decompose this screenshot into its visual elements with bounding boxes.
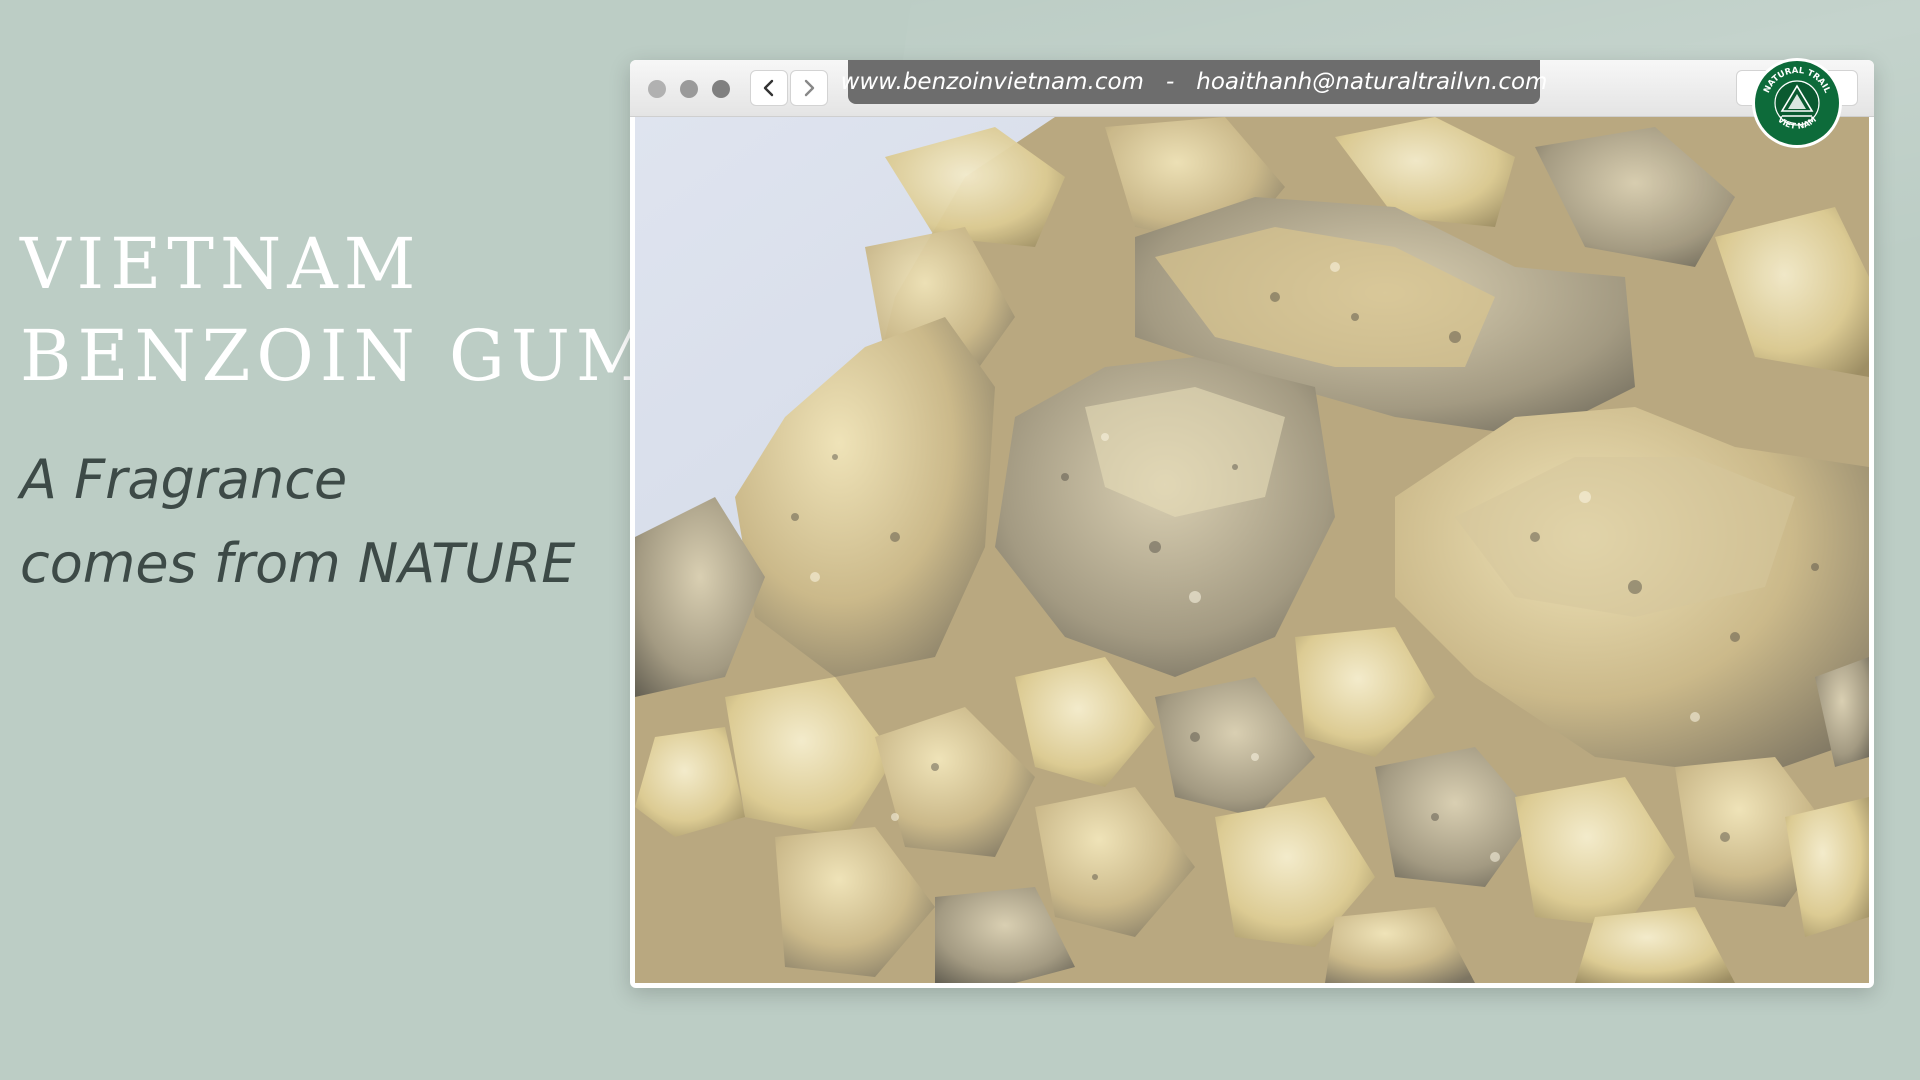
browser-window-mockup: www.benzoinvietnam.com - hoaithanh@natur… xyxy=(630,60,1874,988)
website-url: www.benzoinvietnam.com xyxy=(840,69,1144,95)
chevron-right-icon xyxy=(804,79,815,97)
address-bar[interactable]: www.benzoinvietnam.com - hoaithanh@natur… xyxy=(841,60,1547,104)
window-control-minimize[interactable] xyxy=(680,80,698,98)
headline-line-1: VIETNAM xyxy=(20,223,422,305)
chevron-left-icon xyxy=(763,79,774,97)
contact-email: hoaithanh@naturaltrailvn.com xyxy=(1196,69,1548,95)
tagline: A Fragrance comes from NATURE xyxy=(20,438,575,606)
address-separator: - xyxy=(1165,69,1175,95)
logo-emblem-icon: NATURAL TRAIL VIET NAM xyxy=(1752,58,1842,148)
page-headline: VIETNAM BENZOIN GUM xyxy=(20,218,654,402)
back-button[interactable] xyxy=(750,70,788,106)
tagline-line-1: A Fragrance xyxy=(20,448,348,511)
natural-trail-logo: NATURAL TRAIL VIET NAM xyxy=(1750,56,1844,150)
window-control-maximize[interactable] xyxy=(712,80,730,98)
tagline-line-2: comes from NATURE xyxy=(20,532,576,595)
forward-button[interactable] xyxy=(790,70,828,106)
benzoin-resin-photo xyxy=(635,117,1869,983)
headline-line-2: BENZOIN GUM xyxy=(20,315,654,397)
resin-pile-illustration xyxy=(635,117,1869,983)
window-control-close[interactable] xyxy=(648,80,666,98)
browser-titlebar: www.benzoinvietnam.com - hoaithanh@natur… xyxy=(630,60,1874,117)
